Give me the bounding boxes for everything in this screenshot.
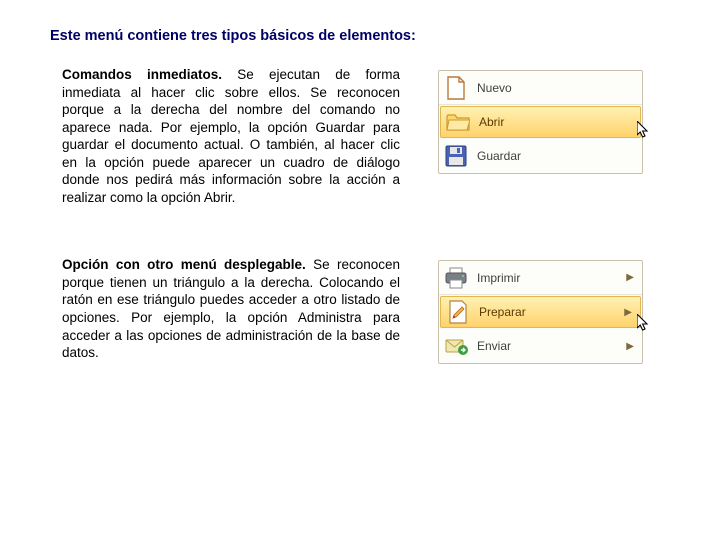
menu-item-abrir[interactable]: Abrir — [440, 106, 641, 138]
section1-body: Se ejecutan de forma inmediata al hacer … — [62, 67, 400, 205]
menu-item-guardar[interactable]: Guardar — [439, 139, 642, 173]
section1-bold: Comandos inmediatos. — [62, 67, 222, 82]
send-icon — [443, 333, 469, 359]
section-comandos: Comandos inmediatos. Se ejecutan de form… — [50, 66, 684, 206]
menu-item-label: Enviar — [477, 339, 618, 353]
menu-item-label: Abrir — [479, 115, 634, 129]
submenu-arrow-icon: ▶ — [626, 272, 636, 283]
menu2: Imprimir ▶ Preparar ▶ Enviar ▶ — [438, 260, 643, 364]
printer-icon — [443, 265, 469, 291]
folder-icon — [445, 109, 471, 135]
section2-bold: Opción con otro menú desplegable. — [62, 257, 306, 272]
prepare-icon — [445, 299, 471, 325]
menu2-container: Imprimir ▶ Preparar ▶ Enviar ▶ — [438, 256, 643, 364]
menu-item-imprimir[interactable]: Imprimir ▶ — [439, 261, 642, 295]
section-desplegable: Opción con otro menú desplegable. Se rec… — [50, 256, 684, 364]
page-title: Este menú contiene tres tipos básicos de… — [50, 28, 684, 44]
section2-text: Opción con otro menú desplegable. Se rec… — [50, 256, 400, 361]
section1-text: Comandos inmediatos. Se ejecutan de form… — [50, 66, 400, 206]
submenu-arrow-icon: ▶ — [624, 307, 634, 318]
new-doc-icon — [443, 75, 469, 101]
menu1-container: Nuevo Abrir Guardar — [438, 66, 643, 174]
menu-item-label: Preparar — [479, 305, 616, 319]
menu1: Nuevo Abrir Guardar — [438, 70, 643, 174]
section2-body: Se reconocen porque tienen un triángulo … — [62, 257, 400, 360]
menu-item-nuevo[interactable]: Nuevo — [439, 71, 642, 105]
menu-item-enviar[interactable]: Enviar ▶ — [439, 329, 642, 363]
save-icon — [443, 143, 469, 169]
menu-item-preparar[interactable]: Preparar ▶ — [440, 296, 641, 328]
menu-item-label: Imprimir — [477, 271, 618, 285]
menu-item-label: Guardar — [477, 149, 636, 163]
submenu-arrow-icon: ▶ — [626, 341, 636, 352]
menu-item-label: Nuevo — [477, 81, 636, 95]
